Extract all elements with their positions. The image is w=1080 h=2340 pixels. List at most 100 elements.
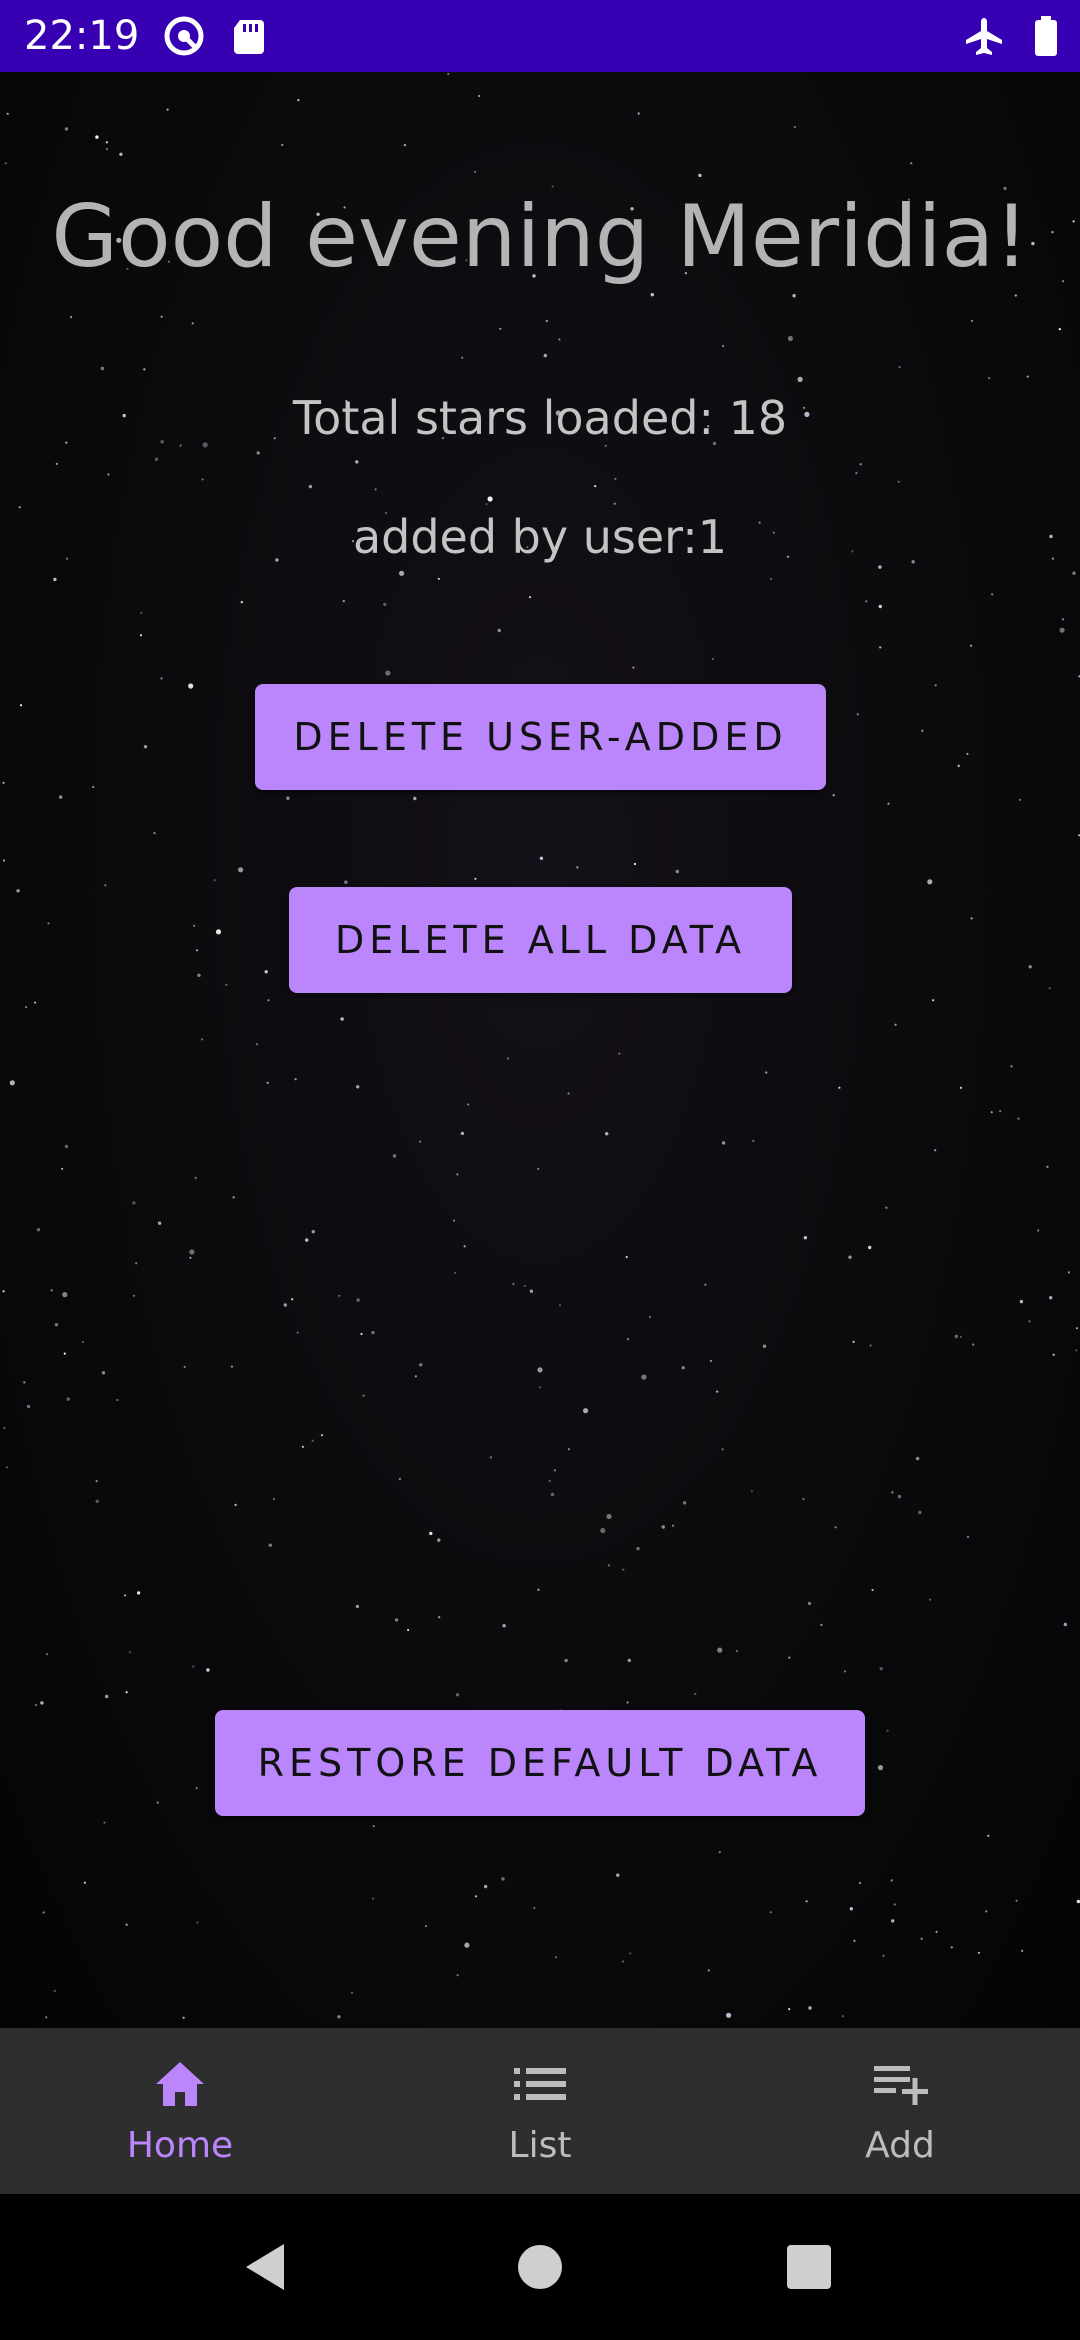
- star-dot: [1072, 571, 1076, 575]
- star-dot: [497, 628, 501, 633]
- star-dot: [286, 796, 290, 800]
- star-dot: [266, 1081, 269, 1084]
- star-dot: [769, 1911, 772, 1914]
- star-dot: [959, 1086, 963, 1089]
- star-dot: [698, 173, 702, 178]
- playlist-add-icon: [872, 2056, 928, 2112]
- star-dot: [934, 684, 937, 687]
- star-dot: [230, 1365, 233, 1368]
- home-circle-icon[interactable]: [507, 2234, 573, 2300]
- bottom-navigation: Home List Add: [0, 2028, 1080, 2194]
- star-dot: [81, 1340, 84, 1343]
- star-dot: [877, 1765, 884, 1771]
- star-dot: [765, 1071, 768, 1074]
- star-dot: [716, 1390, 719, 1393]
- star-dot: [529, 1289, 534, 1293]
- star-dot: [103, 1821, 106, 1824]
- star-dot: [545, 319, 548, 323]
- star-dot: [709, 1359, 713, 1362]
- recents-icon[interactable]: [776, 2234, 842, 2300]
- total-stars-text: Total stars loaded: 18: [292, 391, 788, 445]
- star-dot: [360, 1332, 363, 1336]
- star-dot: [855, 472, 858, 475]
- star-dot: [413, 796, 417, 801]
- star-dot: [267, 999, 270, 1002]
- star-dot: [1010, 1065, 1013, 1068]
- star-dot: [188, 683, 194, 689]
- star-dot: [807, 1601, 812, 1606]
- star-dot: [474, 170, 477, 173]
- star-dot: [23, 1381, 26, 1384]
- star-dot: [100, 366, 105, 371]
- star-dot: [626, 1701, 629, 1704]
- star-dot: [661, 1525, 665, 1529]
- star-dot: [622, 1568, 625, 1571]
- star-dot: [105, 141, 108, 144]
- star-dot: [311, 1439, 314, 1442]
- star-dot: [558, 1303, 562, 1307]
- star-dot: [985, 1910, 988, 1913]
- star-dot: [792, 294, 796, 298]
- star-dot: [849, 1907, 853, 1911]
- star-dot: [460, 1131, 465, 1136]
- nav-item-add[interactable]: Add: [720, 2028, 1080, 2194]
- star-dot: [932, 999, 935, 1002]
- star-dot: [852, 1340, 855, 1343]
- star-dot: [19, 704, 23, 707]
- star-dot: [722, 345, 725, 348]
- back-icon[interactable]: [234, 2234, 300, 2300]
- star-dot: [607, 1564, 610, 1567]
- star-dot: [970, 917, 973, 920]
- star-dot: [45, 2016, 48, 2019]
- star-dot: [63, 1352, 66, 1355]
- star-dot: [627, 1658, 631, 1663]
- star-dot: [338, 1294, 341, 1297]
- star-dot: [1028, 1320, 1031, 1323]
- nav-label-add: Add: [865, 2125, 935, 2166]
- star-dot: [213, 879, 216, 882]
- nav-item-home[interactable]: Home: [0, 2028, 360, 2194]
- star-dot: [726, 2012, 732, 2018]
- restore-default-data-button[interactable]: RESTORE DEFAULT DATA: [215, 1710, 865, 1816]
- star-dot: [414, 1375, 417, 1378]
- star-dot: [92, 785, 95, 789]
- star-dot: [320, 1434, 324, 1437]
- vpn-circle-icon: [162, 14, 206, 58]
- star-dot: [291, 1298, 294, 1301]
- delete-user-added-button[interactable]: DELETE USER-ADDED: [255, 684, 826, 790]
- star-dot: [234, 1503, 237, 1506]
- star-dot: [124, 1594, 127, 1597]
- star-dot: [606, 1513, 612, 1520]
- star-dot: [858, 1881, 862, 1885]
- star-dot: [1026, 375, 1029, 378]
- star-dot: [537, 1588, 540, 1591]
- star-dot: [972, 1343, 975, 1346]
- star-dot: [342, 600, 345, 603]
- star-dot: [632, 666, 635, 669]
- star-dot: [711, 657, 715, 661]
- star-dot: [537, 1167, 540, 1170]
- star-dot: [344, 880, 348, 884]
- star-dot: [793, 125, 796, 129]
- star-dot: [672, 1524, 675, 1527]
- star-dot: [438, 1616, 441, 1619]
- star-dot: [26, 1404, 31, 1409]
- star-dot: [841, 2015, 844, 2018]
- star-dot: [788, 2008, 791, 2011]
- nav-item-list[interactable]: List: [360, 2028, 720, 2194]
- delete-all-data-button[interactable]: DELETE ALL DATA: [289, 887, 792, 993]
- star-dot: [183, 1365, 186, 1368]
- star-dot: [1046, 1165, 1049, 1168]
- star-dot: [40, 1701, 44, 1705]
- star-dot: [2, 781, 5, 784]
- star-dot: [970, 644, 973, 647]
- star-dot: [160, 315, 163, 318]
- star-dot: [629, 1952, 632, 1955]
- star-dot: [34, 1001, 37, 1004]
- airplane-icon: [962, 14, 1006, 58]
- star-dot: [132, 1201, 136, 1205]
- star-dot: [910, 162, 913, 165]
- star-dot: [356, 1298, 360, 1302]
- star-dot: [820, 1623, 823, 1627]
- star-dot: [625, 1255, 628, 1259]
